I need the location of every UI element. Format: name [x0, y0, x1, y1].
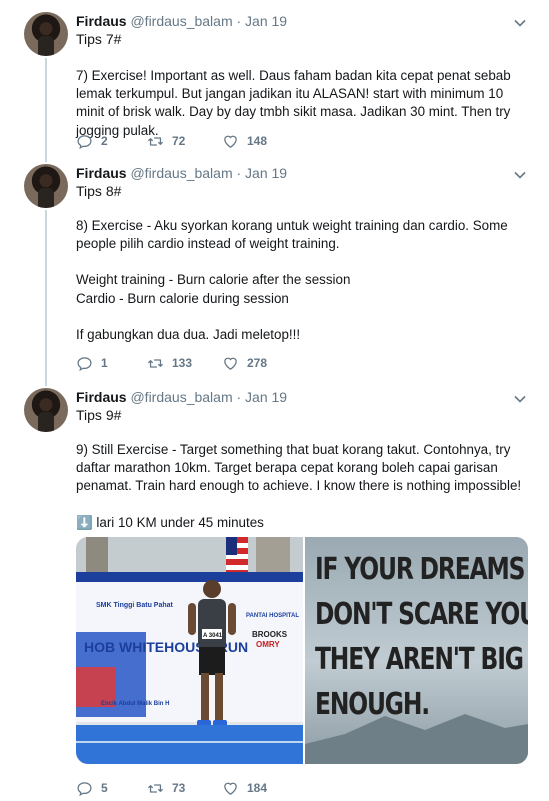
retweet-icon — [147, 136, 164, 146]
reply-button[interactable]: 1 — [76, 353, 108, 373]
tip-label: Tips 9# — [76, 407, 122, 423]
retweet-button[interactable]: 73 — [147, 778, 185, 798]
like-count: 278 — [247, 356, 268, 370]
author-name[interactable]: Firdaus — [76, 13, 127, 29]
tweet-paragraph: 7) Exercise! Important as well. Daus fah… — [76, 68, 515, 138]
heart-icon — [224, 135, 237, 148]
quote-line: THEY AREN'T BIG — [315, 642, 524, 677]
runner-bib-text: A 3041 — [203, 633, 223, 639]
reply-icon — [77, 356, 92, 371]
tweet-header: Firdaus @firdaus_balam · Jan 19 — [76, 388, 287, 406]
reply-button[interactable]: 5 — [76, 778, 108, 798]
like-button[interactable]: 278 — [222, 353, 267, 373]
heart-icon — [224, 782, 237, 795]
reply-button[interactable]: 2 — [76, 131, 108, 151]
avatar[interactable] — [24, 12, 68, 56]
like-count: 184 — [247, 781, 268, 795]
tweet-text: 8) Exercise - Aku syorkan korang untuk w… — [76, 217, 526, 344]
retweet-count: 73 — [172, 781, 186, 795]
tweet-paragraph: Weight training - Burn calorie after the… — [76, 272, 351, 288]
author-name[interactable]: Firdaus — [76, 165, 127, 181]
retweet-count: 133 — [172, 356, 193, 370]
tweet[interactable]: Firdaus @firdaus_balam · Jan 19 Tips 8# … — [0, 152, 549, 378]
tweet-paragraph: Cardio - Burn calorie during session — [76, 290, 289, 306]
retweet-button[interactable]: 133 — [147, 353, 192, 373]
heart-icon — [224, 357, 237, 370]
author-handle[interactable]: @firdaus_balam · Jan 19 — [130, 389, 287, 405]
media-grid[interactable]: SMK Tinggi Batu Pahat HOB WHITEHOUSE RUN… — [76, 537, 528, 764]
like-button[interactable]: 184 — [222, 778, 267, 798]
retweet-icon — [147, 358, 164, 368]
tweet-header: Firdaus @firdaus_balam · Jan 19 — [76, 12, 287, 30]
tweet-paragraph: If gabungkan dua dua. Jadi meletop!!! — [76, 326, 301, 342]
author-handle[interactable]: @firdaus_balam · Jan 19 — [130, 13, 287, 29]
retweet-count: 72 — [172, 134, 186, 148]
retweet-icon — [147, 783, 164, 793]
quote-line: IF YOUR DREAMS — [315, 552, 525, 587]
quote-image[interactable]: IF YOUR DREAMS DON'T SCARE YOU, THEY ARE… — [305, 537, 528, 764]
retweet-button[interactable]: 72 — [147, 131, 185, 151]
quote-text: IF YOUR DREAMS DON'T SCARE YOU, THEY ARE… — [315, 547, 528, 727]
race-photo[interactable]: SMK Tinggi Batu Pahat HOB WHITEHOUSE RUN… — [76, 537, 303, 764]
reply-count: 2 — [101, 134, 108, 148]
tweet-paragraph: 8) Exercise - Aku syorkan korang untuk w… — [76, 218, 512, 252]
avatar[interactable] — [24, 164, 68, 208]
tweet-text: 7) Exercise! Important as well. Daus fah… — [76, 67, 526, 140]
like-count: 148 — [247, 134, 268, 148]
reply-count: 1 — [101, 356, 108, 370]
tweet-text: 9) Still Exercise - Target something tha… — [76, 441, 526, 532]
banner-sponsor-text: PANTAI HOSPITAL — [246, 613, 299, 619]
banner-brand-text: BROOKS — [252, 630, 288, 639]
banner-organizer-text: Encik Abdul Malik Bin H — [101, 701, 169, 707]
like-button[interactable]: 148 — [222, 131, 267, 151]
tip-label: Tips 7# — [76, 31, 122, 47]
chevron-down-icon[interactable] — [513, 392, 527, 406]
author-handle[interactable]: @firdaus_balam · Jan 19 — [130, 165, 287, 181]
banner-brand-text: OMRY — [256, 640, 280, 649]
reply-icon — [77, 134, 92, 149]
avatar[interactable] — [24, 388, 68, 432]
author-name[interactable]: Firdaus — [76, 389, 127, 405]
quote-line: DON'T SCARE YOU, — [315, 597, 528, 632]
tweet-paragraph: ⬇️ lari 10 KM under 45 minutes — [76, 514, 264, 530]
tweet-paragraph: 9) Still Exercise - Target something tha… — [76, 442, 522, 494]
chevron-down-icon[interactable] — [513, 168, 527, 182]
banner-school-text: SMK Tinggi Batu Pahat — [96, 602, 174, 609]
reply-icon — [77, 781, 92, 796]
quote-line: ENOUGH. — [315, 687, 430, 722]
tweet-header: Firdaus @firdaus_balam · Jan 19 — [76, 164, 287, 182]
race-photo-art: SMK Tinggi Batu Pahat HOB WHITEHOUSE RUN… — [76, 537, 303, 764]
chevron-down-icon[interactable] — [513, 16, 527, 30]
tip-label: Tips 8# — [76, 183, 122, 199]
tweet[interactable]: Firdaus @firdaus_balam · Jan 19 Tips 7# … — [0, 0, 549, 160]
reply-count: 5 — [101, 781, 108, 795]
